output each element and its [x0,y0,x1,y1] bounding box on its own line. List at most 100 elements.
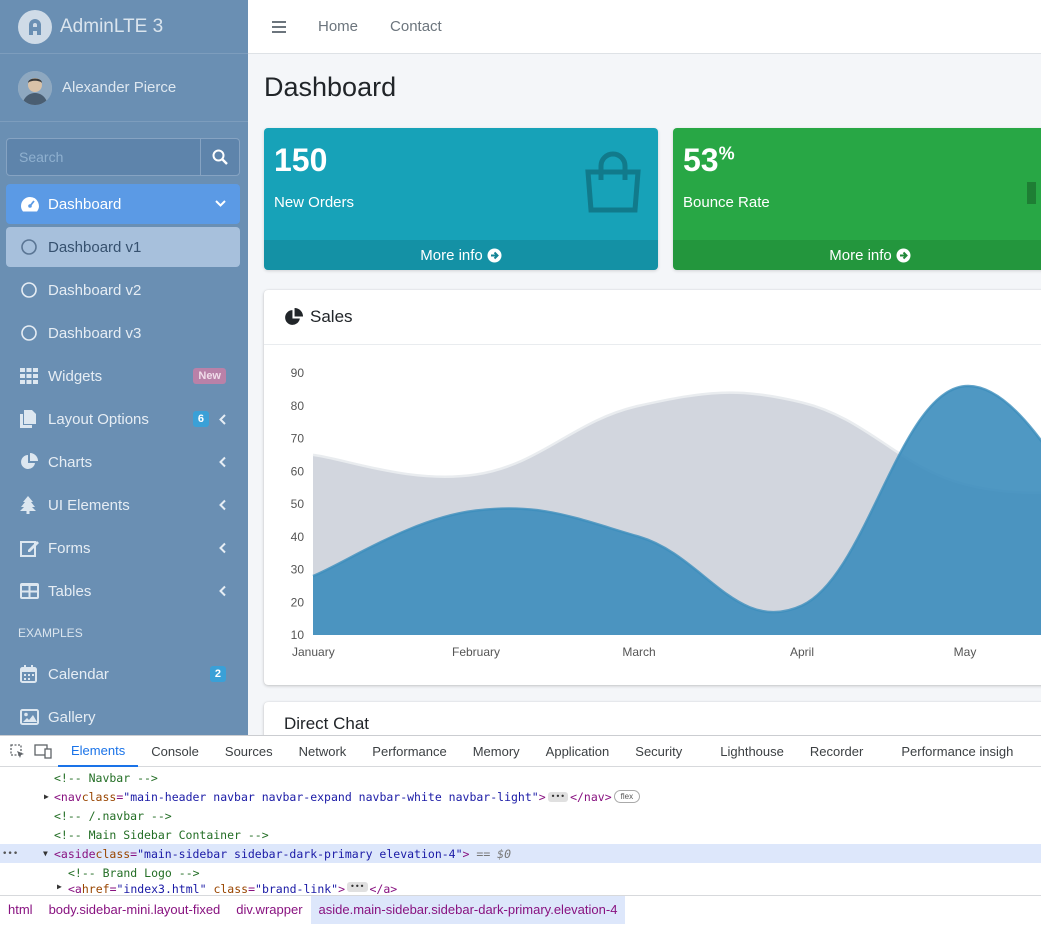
y-tick-label: 50 [291,497,305,511]
content-wrapper: Dashboard 150 New Orders More info 53% B… [248,54,1041,735]
sidebar-nav: Dashboard Dashboard v1 Dashboard v2 Dash… [6,184,240,735]
box-label: Bounce Rate [683,194,770,211]
tab-performance-insights[interactable]: Performance insigh [888,736,1026,767]
dom-node[interactable]: <!-- Navbar --> [0,768,1041,787]
crumb-wrapper[interactable]: div.wrapper [228,896,310,924]
sidebar-item-tables[interactable]: Tables [6,571,240,611]
tab-performance[interactable]: Performance [359,736,459,767]
crumb-body[interactable]: body.sidebar-mini.layout-fixed [41,896,229,924]
sidebar-item-label: Dashboard [48,195,122,213]
x-tick-label: April [790,645,814,659]
dom-node[interactable]: <!-- Brand Logo --> [0,863,1041,882]
sidebar-item-dashboard-v1[interactable]: Dashboard v1 [6,227,240,267]
sidebar-item-label: Calendar [48,665,109,683]
sidebar-item-dashboard-v2[interactable]: Dashboard v2 [6,270,240,310]
sidebar-item-ui-elements[interactable]: UI Elements [6,485,240,525]
nav-link-home[interactable]: Home [318,18,358,35]
tab-application[interactable]: Application [533,736,623,767]
y-tick-label: 90 [291,366,305,380]
card-header: Sales [264,290,1041,345]
sidebar-item-widgets[interactable]: Widgets New [6,356,240,396]
tab-network[interactable]: Network [286,736,360,767]
expand-triangle-icon[interactable]: ▶ [44,792,49,801]
sidebar-item-charts[interactable]: Charts [6,442,240,482]
dom-node[interactable]: ▶ <nav class = "main-header navbar navbar-… [0,787,1041,806]
circle-icon [20,238,48,256]
sales-card: Sales 10 20 30 40 50 60 70 80 90 January February M… [264,290,1041,685]
dom-node[interactable]: <!-- /.navbar --> [0,806,1041,825]
crumb-html[interactable]: html [0,896,41,924]
new-badge: New [193,368,226,384]
y-tick-label: 20 [291,595,305,609]
chevron-left-icon [219,456,226,468]
y-tick-label: 40 [291,530,305,544]
main-sidebar: AdminLTE 3 Alexander Pierce Dashboard Da… [0,0,248,735]
count-badge: 6 [192,411,209,427]
shopping-bag-icon [582,150,644,219]
tab-lighthouse[interactable]: Lighthouse [707,736,797,767]
table-icon [20,583,48,599]
collapse-triangle-icon[interactable]: ▼ [43,849,48,858]
nav-link-contact[interactable]: Contact [390,18,442,35]
x-tick-label: February [452,645,500,659]
more-icon[interactable]: ••• [2,849,18,859]
dom-node[interactable]: ▶ <a href = "index3.html" class = "brand-lin… [0,882,1041,896]
x-tick-label: May [954,645,977,659]
sidebar-item-dashboard-v3[interactable]: Dashboard v3 [6,313,240,353]
sidebar-item-calendar[interactable]: Calendar 2 [6,654,240,694]
dom-node-selected[interactable]: ••• ▼ <aside class = "main-sidebar sidebar… [0,844,1041,863]
brand-logo-icon [18,9,52,44]
inspect-element-icon[interactable] [6,743,28,759]
x-tick-label: January [292,645,335,659]
tab-console[interactable]: Console [138,736,212,767]
tab-security[interactable]: Security [622,736,695,767]
avatar [18,70,52,105]
ellipsis-icon[interactable]: ••• [547,791,569,802]
tree-icon [20,496,48,514]
tab-elements[interactable]: Elements [58,736,139,767]
tab-recorder[interactable]: Recorder [797,736,876,767]
device-toolbar-icon[interactable] [28,743,58,759]
more-info-link[interactable]: More info [264,240,658,270]
chevron-left-icon [219,413,226,425]
brand-link[interactable]: AdminLTE 3 [0,0,248,54]
sidebar-item-label: Layout Options [48,410,149,428]
search-icon [212,149,228,165]
more-info-label: More info [829,246,892,264]
y-tick-label: 30 [291,563,305,577]
pie-chart-icon [285,307,303,325]
dom-node[interactable]: <!-- Main Sidebar Container --> [0,825,1041,844]
bar-chart-icon [1027,160,1041,211]
box-value: 150 [274,142,328,178]
sidebar-item-label: Tables [48,582,92,600]
sidebar-item-layout-options[interactable]: Layout Options 6 [6,399,240,439]
tab-memory[interactable]: Memory [460,736,533,767]
search-input[interactable] [7,139,200,175]
expand-triangle-icon[interactable]: ▶ [57,882,62,891]
user-name: Alexander Pierce [62,79,177,96]
y-tick-label: 70 [291,432,305,446]
calendar-icon [20,665,48,683]
copy-icon [20,410,48,428]
chevron-left-icon [219,499,226,511]
user-panel[interactable]: Alexander Pierce [0,54,248,122]
brand-name: AdminLTE 3 [60,15,164,37]
dom-breadcrumb: html body.sidebar-mini.layout-fixed div.… [0,895,1041,924]
hamburger-menu-icon[interactable] [272,20,286,33]
chevron-left-icon [219,542,226,554]
more-info-label: More info [420,246,483,264]
sidebar-item-forms[interactable]: Forms [6,528,240,568]
devtools-tab-bar: Elements Console Sources Network Perform… [0,736,1041,767]
flex-badge[interactable]: flex [613,790,641,803]
x-tick-label: March [622,645,655,659]
arrow-circle-right-icon [487,248,502,262]
grid-icon [20,368,48,384]
crumb-aside[interactable]: aside.main-sidebar.sidebar-dark-primary.… [310,895,626,924]
sidebar-item-label: Widgets [48,367,103,385]
tab-sources[interactable]: Sources [212,736,286,767]
more-info-link[interactable]: More info [673,240,1041,270]
sidebar-item-dashboard[interactable]: Dashboard [6,184,240,224]
search-button[interactable] [200,139,239,175]
sidebar-item-gallery[interactable]: Gallery [6,697,240,735]
sales-area-chart: 10 20 30 40 50 60 70 80 90 January February March Ap… [291,366,1041,659]
